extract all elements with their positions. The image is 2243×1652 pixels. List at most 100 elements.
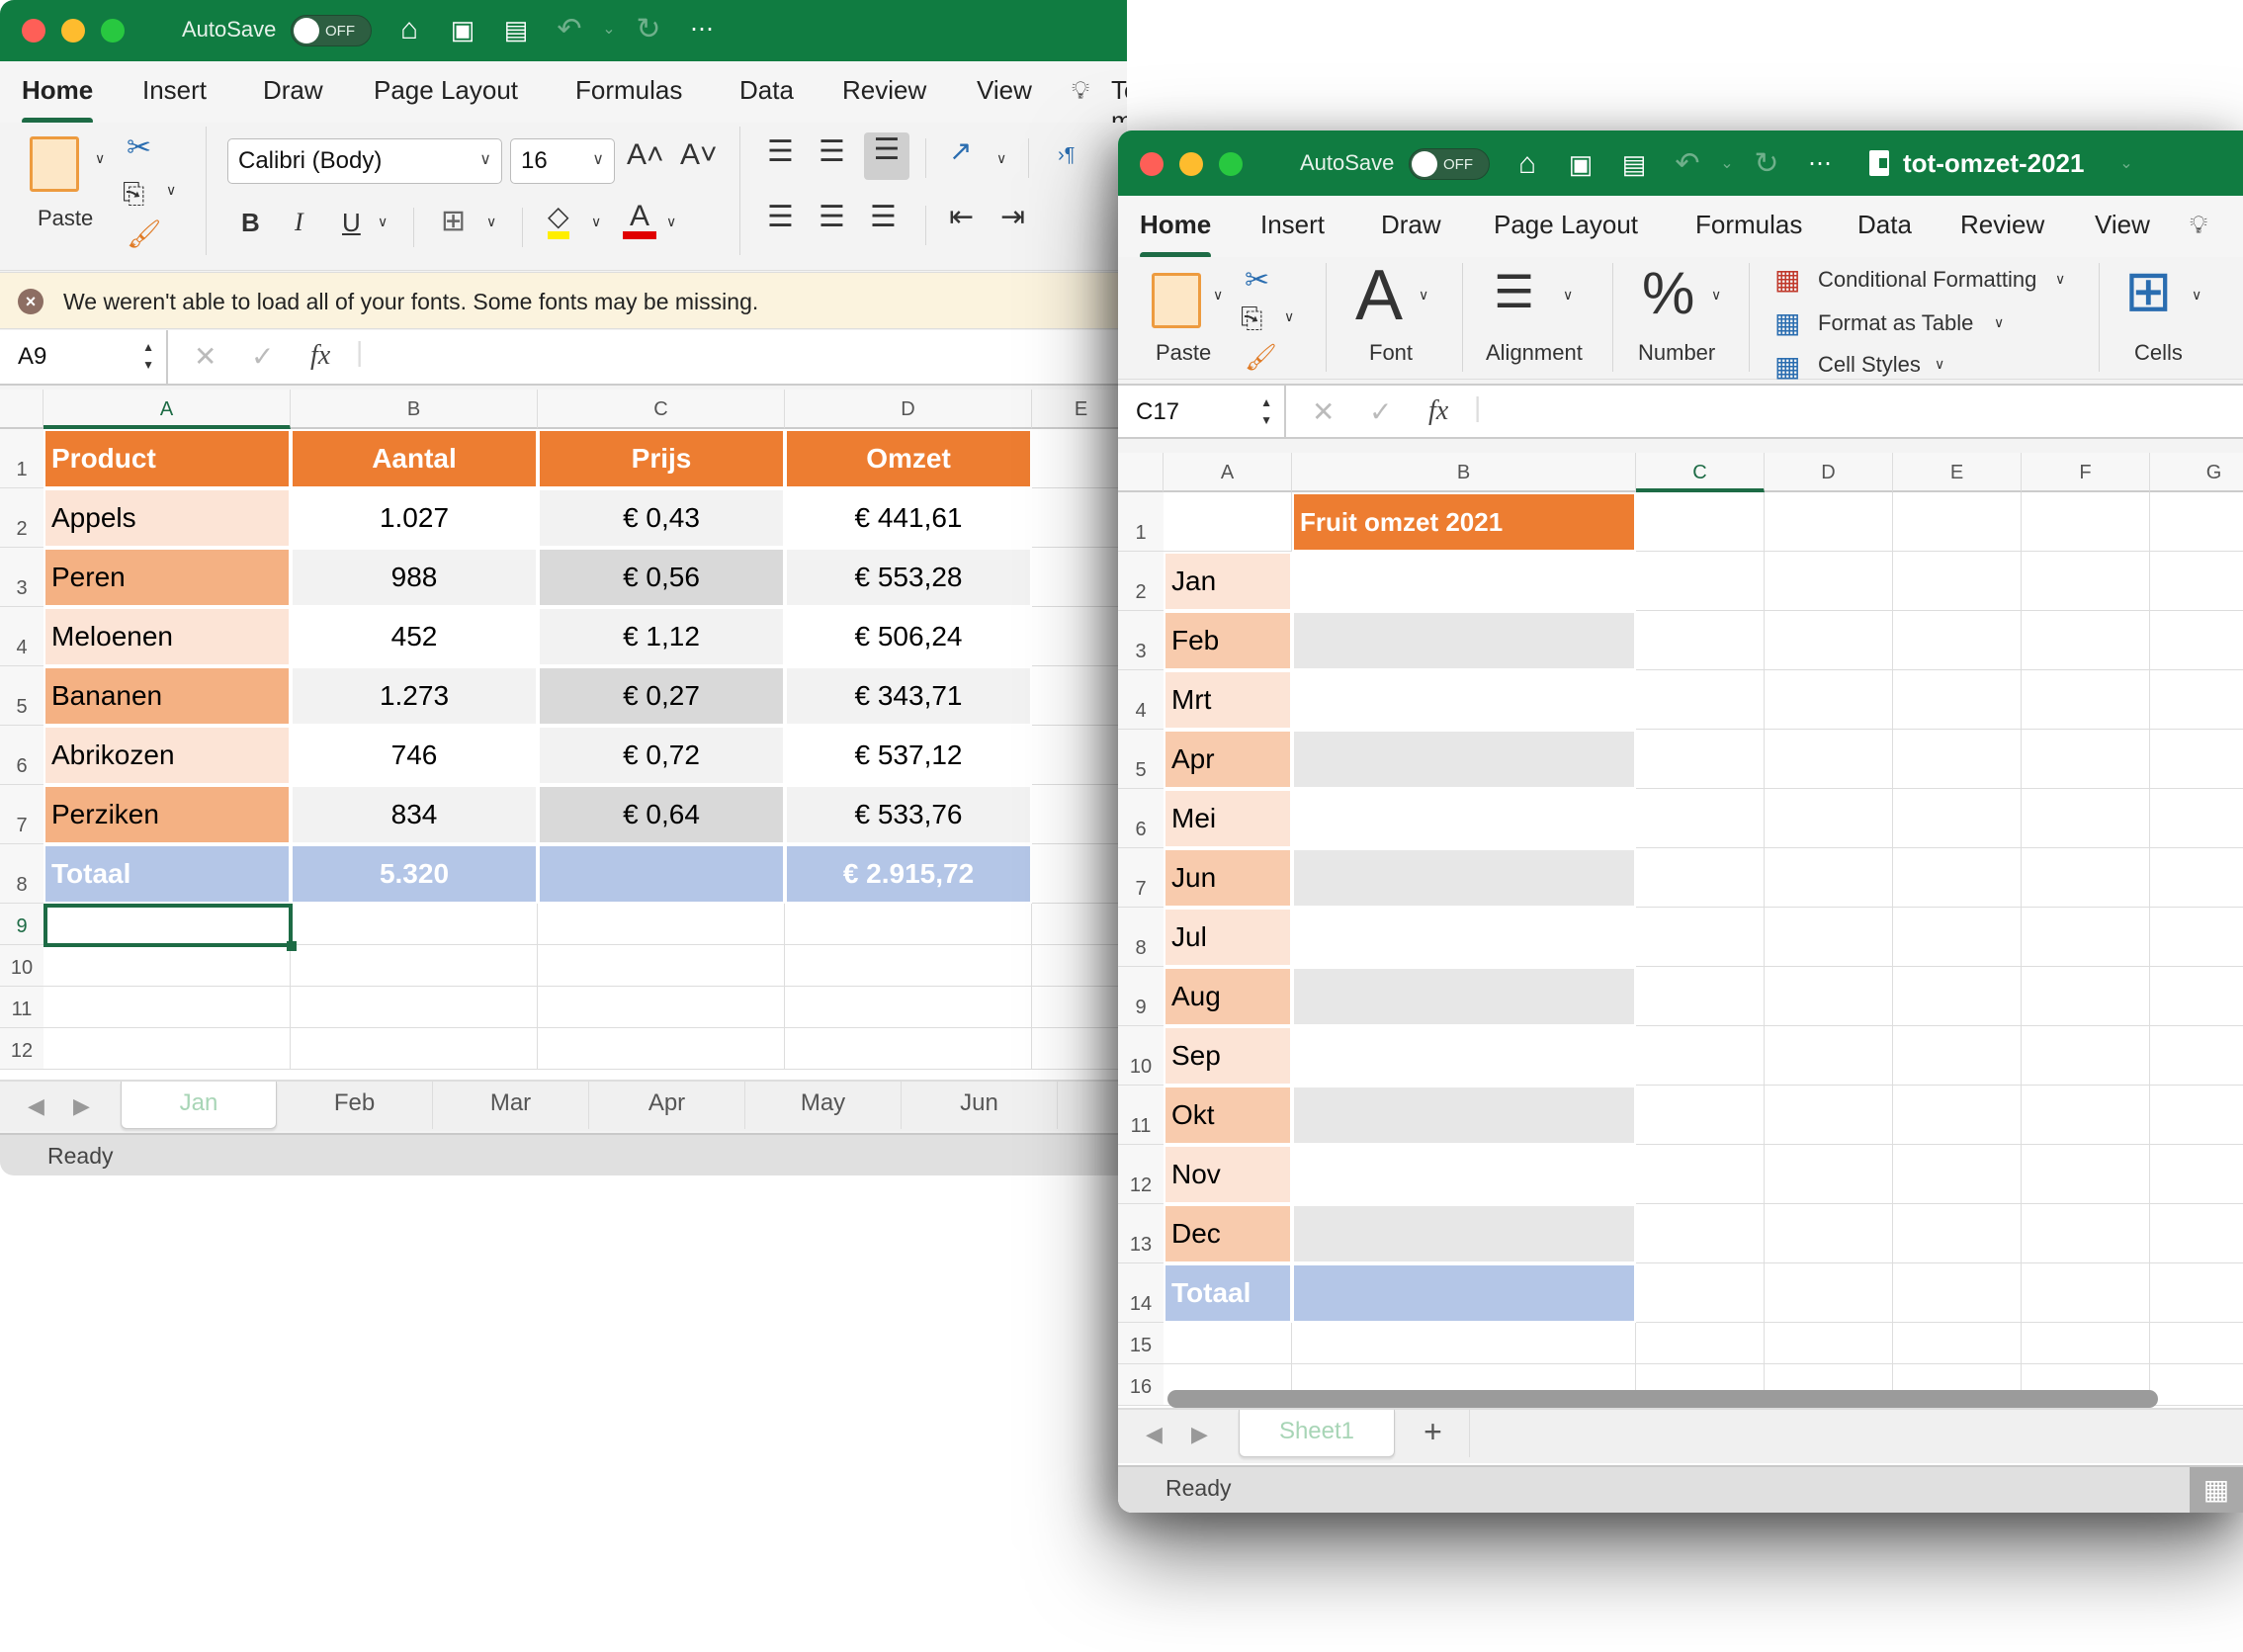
cell[interactable] <box>1636 492 1765 552</box>
sheet-tab-jun[interactable]: Jun <box>902 1082 1058 1129</box>
cell[interactable] <box>1164 492 1292 552</box>
cell[interactable] <box>1765 1323 1893 1364</box>
row-header-11[interactable]: 11 <box>0 987 43 1028</box>
column-header-f[interactable]: F <box>2022 453 2150 492</box>
cell[interactable] <box>1765 1204 1893 1263</box>
tab-insert[interactable]: Insert <box>1260 210 1325 240</box>
column-header-d[interactable]: D <box>1765 453 1893 492</box>
cell[interactable] <box>785 945 1032 987</box>
month-value-cell[interactable] <box>1292 611 1636 670</box>
month-cell-jul[interactable]: Jul <box>1164 908 1292 967</box>
cell[interactable] <box>1893 1086 2022 1145</box>
total-omzet-cell[interactable]: € 2.915,72 <box>785 844 1032 904</box>
cell[interactable] <box>291 1028 538 1070</box>
cell-product[interactable]: Abrikozen <box>43 726 291 785</box>
confirm-entry-icon[interactable]: ✓ <box>1369 395 1392 428</box>
font-size-dropdown[interactable]: 16 ∨ <box>510 138 615 184</box>
tab-page-layout[interactable]: Page Layout <box>374 75 518 106</box>
month-cell-feb[interactable]: Feb <box>1164 611 1292 670</box>
active-cell-selection[interactable] <box>43 904 293 947</box>
cell-omzet[interactable]: € 441,61 <box>785 488 1032 548</box>
cell[interactable] <box>1765 789 1893 848</box>
cell[interactable] <box>2150 1026 2243 1086</box>
cell[interactable] <box>2150 1263 2243 1323</box>
align-bottom-icon[interactable]: ☰ <box>864 132 909 180</box>
cell[interactable] <box>2022 789 2150 848</box>
align-left-icon[interactable]: ☰ <box>767 200 794 234</box>
close-window-button[interactable] <box>1140 152 1164 176</box>
save-icon[interactable]: ▣ <box>1563 148 1598 180</box>
conditional-formatting-button[interactable]: Conditional Formatting <box>1818 267 2036 293</box>
cell[interactable] <box>1765 611 1893 670</box>
cell[interactable] <box>1636 1086 1765 1145</box>
format-as-table-chevron-icon[interactable]: ∨ <box>1994 314 2004 331</box>
month-cell-okt[interactable]: Okt <box>1164 1086 1292 1145</box>
confirm-entry-icon[interactable]: ✓ <box>251 340 274 373</box>
month-value-cell[interactable] <box>1292 1086 1636 1145</box>
paste-chevron-icon[interactable]: ∨ <box>1213 287 1223 304</box>
month-cell-mei[interactable]: Mei <box>1164 789 1292 848</box>
format-as-table-icon[interactable]: ▦ <box>1774 306 1800 339</box>
cell-product[interactable]: Perziken <box>43 785 291 844</box>
cell[interactable] <box>1893 1323 2022 1364</box>
copy-icon[interactable]: ⎘ <box>1241 303 1262 335</box>
copy-chevron-icon[interactable]: ∨ <box>166 182 176 199</box>
cell[interactable] <box>2150 848 2243 908</box>
zoom-window-button[interactable] <box>1219 152 1243 176</box>
row-header-4[interactable]: 4 <box>1118 670 1164 730</box>
row-header-8[interactable]: 8 <box>0 844 43 904</box>
zoom-window-button[interactable] <box>101 19 125 43</box>
row-header-16[interactable]: 16 <box>1118 1364 1164 1406</box>
month-cell-jan[interactable]: Jan <box>1164 552 1292 611</box>
row-header-9[interactable]: 9 <box>0 904 43 945</box>
paste-chevron-icon[interactable]: ∨ <box>95 150 105 167</box>
row-header-1[interactable]: 1 <box>1118 492 1164 552</box>
cell-omzet[interactable]: € 533,76 <box>785 785 1032 844</box>
cell[interactable] <box>1893 967 2022 1026</box>
more-icon[interactable]: ⋯ <box>1802 148 1838 180</box>
redo-icon[interactable]: ↻ <box>631 14 666 45</box>
normal-view-icon[interactable]: ▦ <box>2190 1467 2243 1513</box>
cell[interactable] <box>1032 548 1127 607</box>
cell[interactable] <box>2022 1263 2150 1323</box>
minimize-window-button[interactable] <box>61 19 85 43</box>
cell-prijs[interactable]: € 0,43 <box>538 488 785 548</box>
cell[interactable] <box>1765 1145 1893 1204</box>
cell[interactable] <box>1893 1145 2022 1204</box>
number-group-label[interactable]: Number <box>1638 340 1715 366</box>
cell[interactable] <box>2022 730 2150 789</box>
error-icon[interactable]: × <box>18 289 43 314</box>
cell[interactable] <box>1636 1026 1765 1086</box>
alignment-icon[interactable]: ☰ <box>1494 265 1534 318</box>
month-value-cell[interactable] <box>1292 552 1636 611</box>
month-cell-jun[interactable]: Jun <box>1164 848 1292 908</box>
month-cell-apr[interactable]: Apr <box>1164 730 1292 789</box>
cell[interactable] <box>1765 552 1893 611</box>
cell[interactable] <box>1636 789 1765 848</box>
cell[interactable] <box>2150 908 2243 967</box>
decrease-font-size-icon[interactable]: A˅ <box>680 138 718 172</box>
cell-aantal[interactable]: 1.273 <box>291 666 538 726</box>
header-cell-aantal[interactable]: Aantal <box>291 429 538 488</box>
cell[interactable] <box>2022 908 2150 967</box>
name-box[interactable]: C17 ▲ ▼ <box>1118 386 1286 439</box>
cell[interactable] <box>2022 670 2150 730</box>
cell[interactable] <box>2150 967 2243 1026</box>
cell-aantal[interactable]: 1.027 <box>291 488 538 548</box>
home-icon[interactable]: ⌂ <box>1510 148 1545 180</box>
cell-omzet[interactable]: € 506,24 <box>785 607 1032 666</box>
cell[interactable] <box>1893 552 2022 611</box>
total-aantal-cell[interactable]: 5.320 <box>291 844 538 904</box>
tab-formulas[interactable]: Formulas <box>1695 210 1802 240</box>
home-icon[interactable]: ⌂ <box>391 14 427 45</box>
cell[interactable] <box>2022 1323 2150 1364</box>
font-icon[interactable]: A <box>1355 255 1403 336</box>
conditional-formatting-chevron-icon[interactable]: ∨ <box>2055 271 2065 288</box>
underline-chevron-icon[interactable]: ∨ <box>378 214 388 230</box>
worksheet-grid[interactable]: A B C D E 1 2 3 4 5 6 7 8 9 10 11 12 Product Aantal Prijs Om… <box>0 390 1127 1080</box>
cell[interactable] <box>1292 1323 1636 1364</box>
row-header-3[interactable]: 3 <box>1118 611 1164 670</box>
header-cell-prijs[interactable]: Prijs <box>538 429 785 488</box>
number-percent-icon[interactable]: % <box>1642 259 1694 327</box>
row-header-12[interactable]: 12 <box>0 1028 43 1070</box>
